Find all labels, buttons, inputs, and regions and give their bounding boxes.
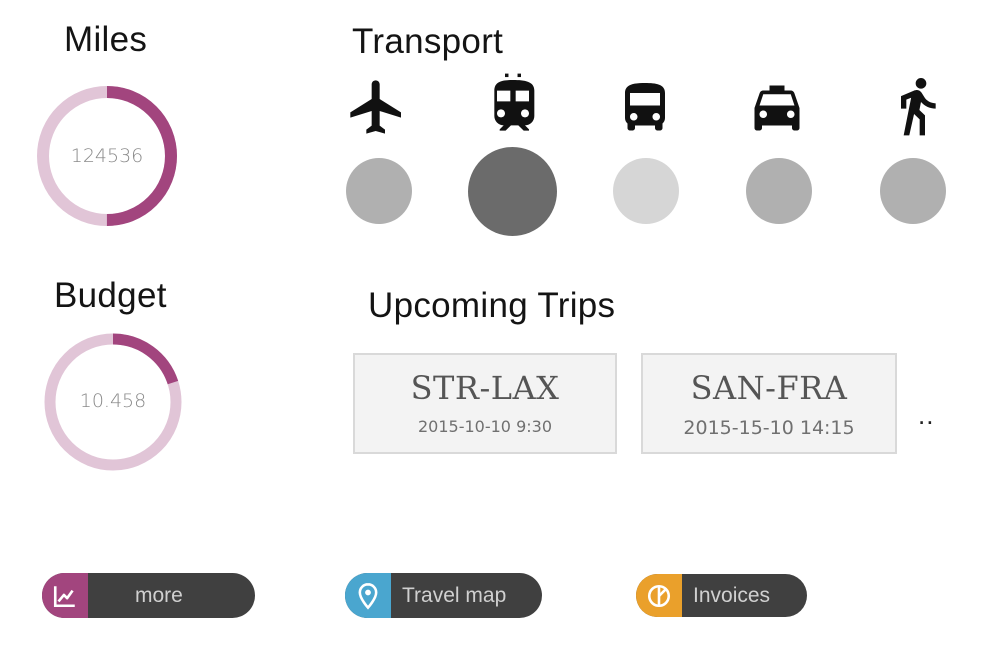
travel-map-button-label: Travel map (402, 584, 507, 607)
pie-chart-icon (636, 574, 682, 617)
miles-title: Miles (64, 20, 148, 59)
trip-datetime: 2015-10-10 9:30 (418, 417, 552, 436)
trip-route: SAN-FRA (690, 369, 848, 407)
transport-title: Transport (352, 22, 504, 61)
airplane-icon (345, 75, 409, 139)
chart-icon (42, 573, 88, 618)
more-button[interactable]: more (42, 573, 255, 618)
budget-ring: 10.458 (42, 331, 184, 473)
budget-title: Budget (54, 276, 167, 315)
taxi-icon (745, 76, 809, 140)
miles-value: 124536 (70, 145, 144, 167)
bus-icon (613, 76, 677, 140)
more-trips-indicator[interactable]: .. (918, 402, 934, 428)
upcoming-trips-title: Upcoming Trips (368, 286, 616, 325)
trip-card[interactable]: STR-LAX 2015-10-10 9:30 (353, 353, 617, 454)
bus-level-circle[interactable] (613, 158, 679, 224)
map-pin-icon (345, 573, 391, 618)
trip-card[interactable]: SAN-FRA 2015-15-10 14:15 (641, 353, 897, 454)
travel-map-button[interactable]: Travel map (345, 573, 542, 618)
more-button-label: more (135, 584, 183, 607)
walking-icon (885, 74, 949, 138)
train-icon (481, 72, 545, 136)
taxi-level-circle[interactable] (746, 158, 812, 224)
train-level-circle[interactable] (468, 147, 557, 236)
trip-route: STR-LAX (410, 369, 560, 407)
airplane-level-circle[interactable] (346, 158, 412, 224)
budget-value: 10.458 (79, 390, 147, 412)
trip-datetime: 2015-15-10 14:15 (683, 417, 855, 439)
walking-level-circle[interactable] (880, 158, 946, 224)
invoices-button-label: Invoices (693, 584, 771, 607)
miles-ring: 124536 (35, 84, 179, 228)
invoices-button[interactable]: Invoices (636, 574, 807, 617)
